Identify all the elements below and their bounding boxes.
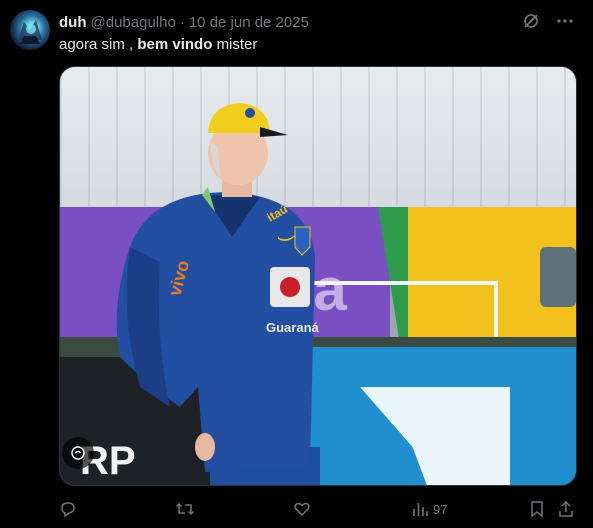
like-icon <box>294 502 310 517</box>
views-count: 97 <box>433 501 448 517</box>
tweet-text-part: agora sim , <box>59 36 134 53</box>
photo-person: vivo Guaraná itaú <box>116 103 320 485</box>
tweet-header: duh @dubagulho · 10 de jun de 2025 <box>59 12 309 32</box>
header-separator: · <box>179 13 185 31</box>
views-button[interactable]: 97 <box>411 497 447 521</box>
views-icon <box>413 503 428 516</box>
bookmark-icon <box>531 501 543 518</box>
jersey-sponsor-text: Guaraná <box>266 320 320 335</box>
reply-button[interactable] <box>59 497 77 521</box>
reply-icon <box>61 502 75 518</box>
tweet-top-icons <box>521 11 575 31</box>
tweet-text: agora sim , bem vindo mister <box>59 35 257 55</box>
avatar[interactable] <box>10 10 50 50</box>
tweet-actions: 97 <box>59 497 577 521</box>
bookmark-button[interactable] <box>529 497 545 521</box>
author-handle[interactable]: @dubagulho <box>91 14 176 31</box>
tweet-photo[interactable]: ra RP vivo Guaraná itaú <box>59 66 577 486</box>
crest-icon <box>540 247 576 307</box>
author-name[interactable]: duh <box>59 14 87 31</box>
tweet: duh @dubagulho · 10 de jun de 2025 agora… <box>0 0 593 528</box>
tweet-date[interactable]: 10 de jun de 2025 <box>189 14 309 31</box>
retweet-icon <box>175 502 195 516</box>
tweet-text-bold: bem vindo <box>137 36 213 53</box>
retweet-button[interactable] <box>175 497 195 521</box>
more-icon[interactable] <box>555 11 575 31</box>
photo-goal <box>300 281 498 345</box>
share-button[interactable] <box>557 497 575 521</box>
tweet-text-part: mister <box>216 36 258 53</box>
grok-icon[interactable] <box>521 11 541 31</box>
alt-icon[interactable] <box>62 437 94 469</box>
like-button[interactable] <box>293 497 311 521</box>
share-icon <box>559 500 573 517</box>
